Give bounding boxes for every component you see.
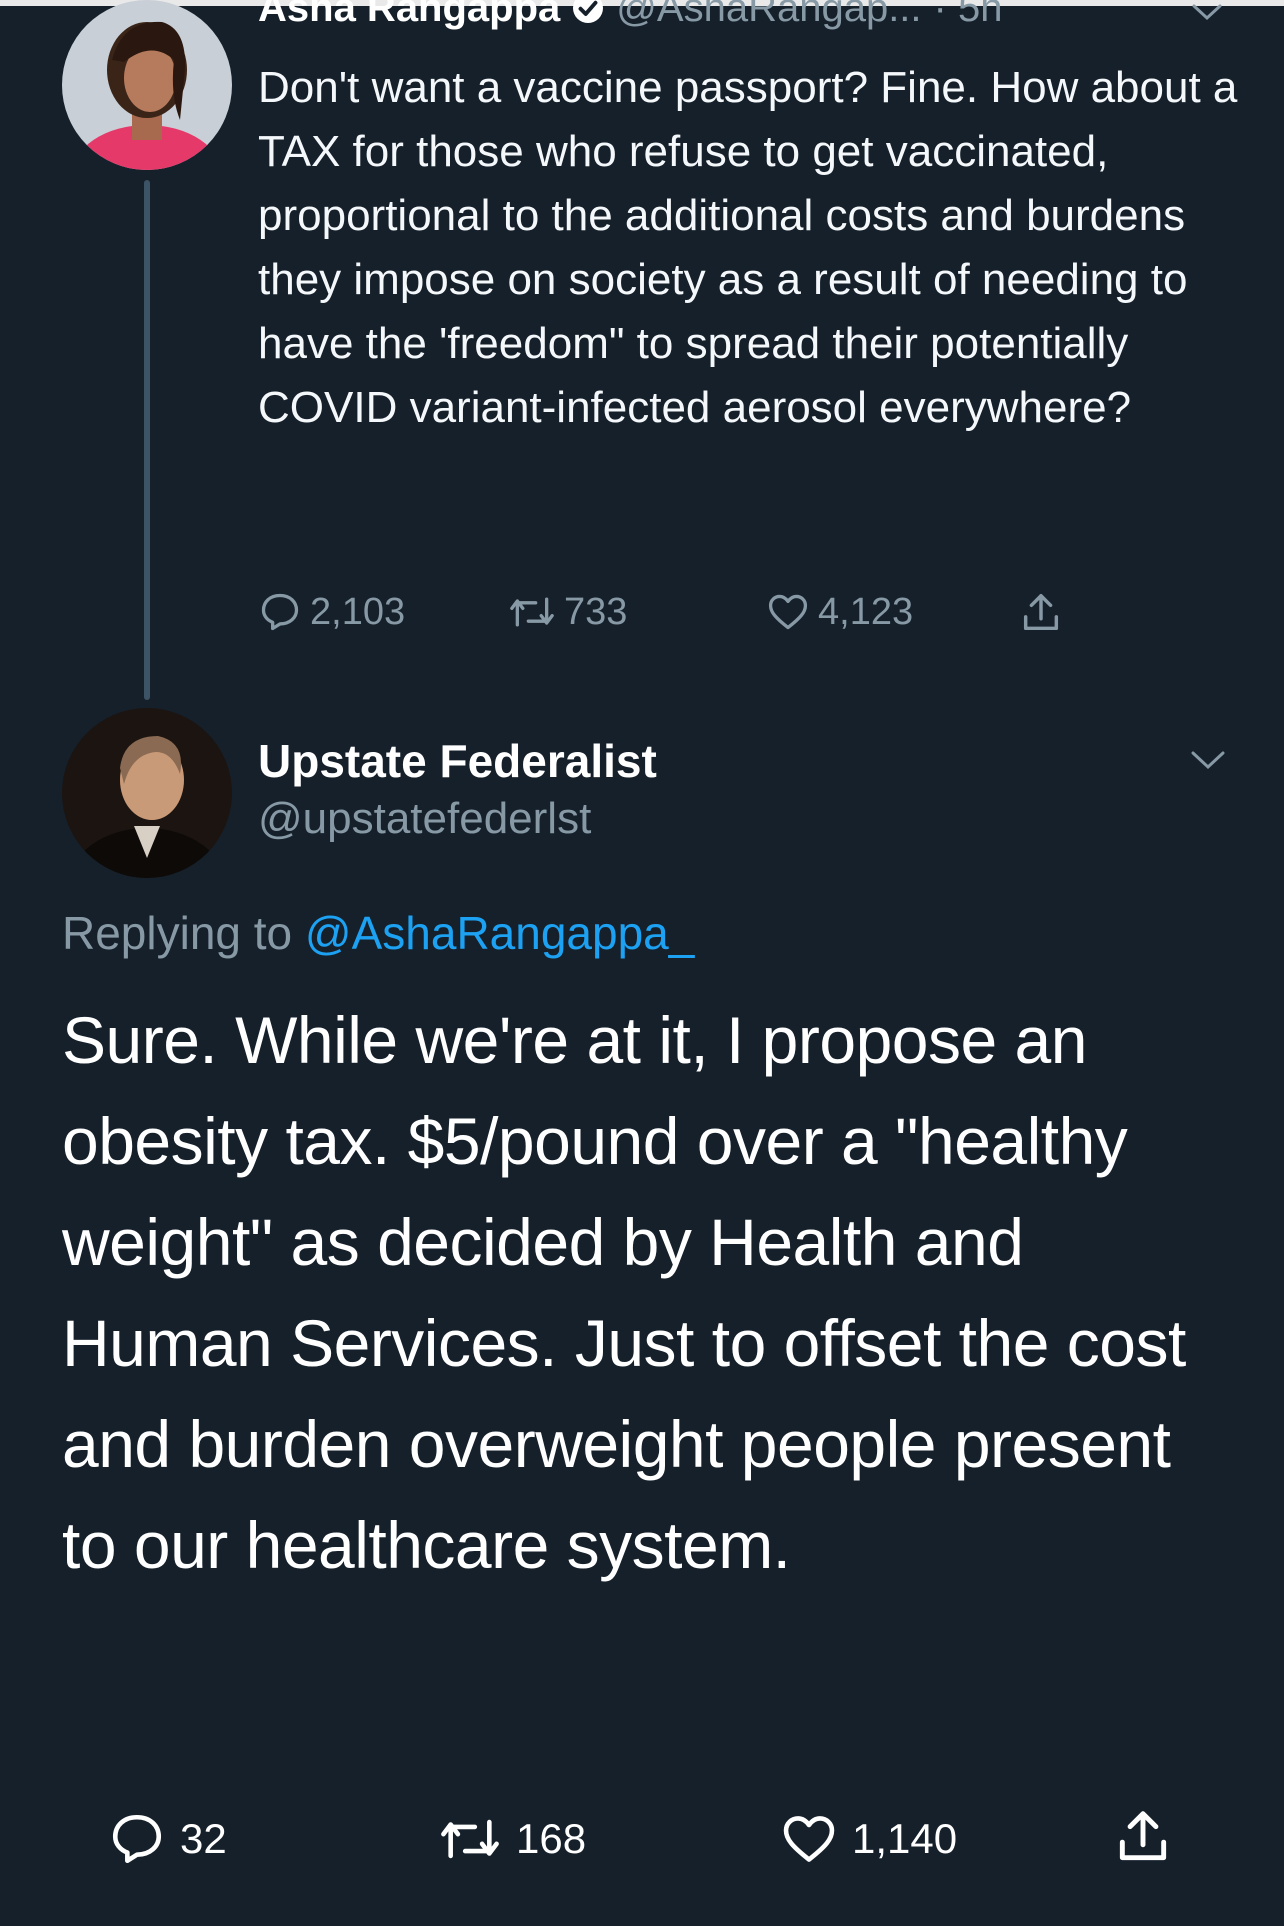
author-name[interactable]: Asha Rangappa [258,0,560,31]
share-button[interactable] [1112,1806,1188,1868]
retweet-icon [510,597,554,627]
reply-count: 32 [180,1815,227,1862]
verified-badge-icon [570,0,606,26]
retweet-button[interactable]: 168 [438,1810,586,1868]
share-button[interactable] [1018,590,1072,636]
author-avatar[interactable] [62,0,232,170]
retweet-button[interactable]: 733 [508,590,627,634]
reply-author-handle[interactable]: @upstatefederlst [258,794,591,844]
like-count: 1,140 [852,1815,958,1862]
retweet-icon [441,1819,499,1859]
replying-prefix: Replying to [62,907,293,959]
retweet-count: 733 [564,590,628,633]
reply-icon [112,1814,162,1864]
like-button[interactable]: 1,140 [780,1810,957,1868]
reply-tweet-actions: 32 168 1,140 [0,1810,1284,1880]
replying-to-mention[interactable]: @AshaRangappa_ [305,907,694,959]
replying-to: Replying to @AshaRangappa_ [62,906,694,960]
heart-icon [783,1816,835,1862]
reply-button[interactable]: 32 [108,1810,227,1868]
retweet-count: 168 [516,1815,587,1862]
share-icon [1119,1811,1167,1861]
reply-tweet-text: Sure. While we're at it, I propose an ob… [62,1003,1186,1582]
reply-icon [261,593,299,631]
chevron-down-icon[interactable] [1188,748,1228,779]
heart-icon [768,594,808,630]
like-button[interactable]: 4,123 [766,590,913,634]
chevron-down-icon[interactable] [1190,2,1224,29]
parent-tweet-actions: 2,103 733 4,123 [258,584,1098,644]
reply-button[interactable]: 2,103 [258,590,405,634]
parent-tweet-header: Asha Rangappa @AshaRangap... · 5h [258,0,1002,30]
reply-author-name[interactable]: Upstate Federalist [258,734,657,788]
parent-tweet-text: Don't want a vaccine passport? Fine. How… [258,63,1238,432]
thread-line [144,180,150,700]
reply-count: 2,103 [310,590,406,633]
tweet-time[interactable]: · 5h [934,0,1003,31]
author-handle[interactable]: @AshaRangap... [616,0,921,31]
share-icon [1023,594,1059,631]
like-count: 4,123 [818,590,914,633]
reply-author-avatar[interactable] [62,708,232,878]
